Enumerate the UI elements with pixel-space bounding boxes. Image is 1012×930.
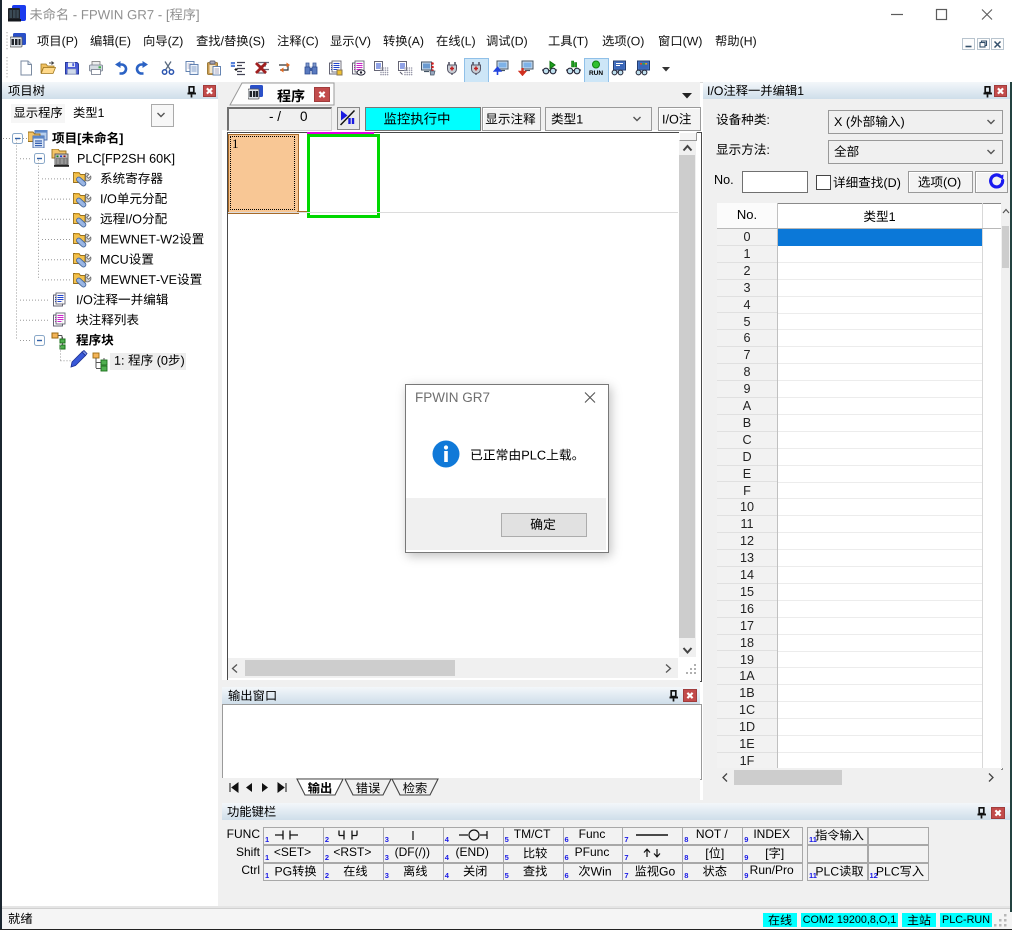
svg-text:RUN: RUN bbox=[589, 70, 603, 76]
